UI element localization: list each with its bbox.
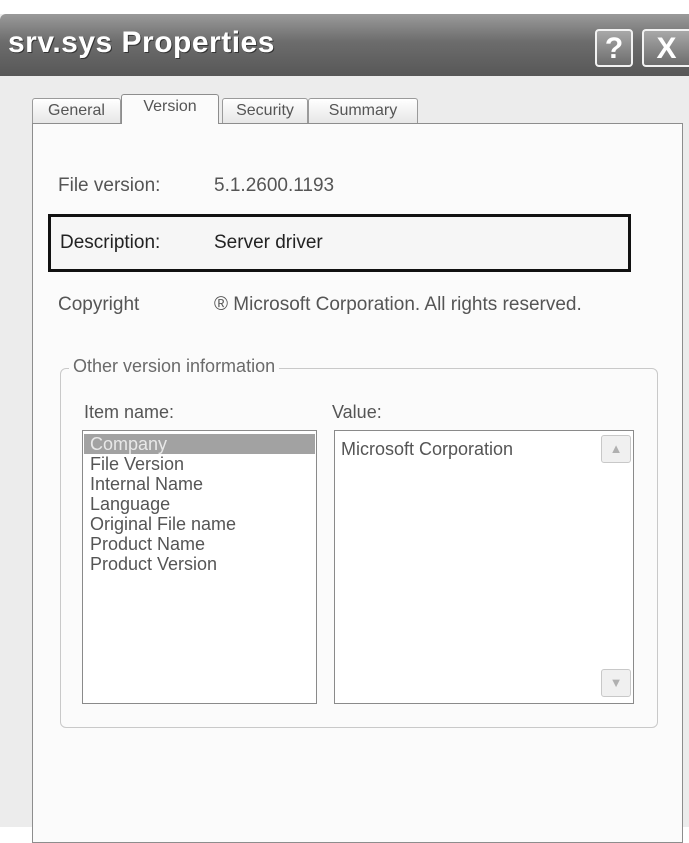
other-version-info-group: Other version information Item name: Val… [60, 356, 658, 728]
group-legend: Other version information [69, 356, 280, 377]
chevron-up-icon: ▲ [609, 441, 623, 456]
list-item[interactable]: Language [84, 494, 316, 514]
list-item[interactable]: Internal Name [84, 474, 316, 494]
list-item[interactable]: Company [84, 434, 315, 454]
list-item[interactable]: Original File name [84, 514, 316, 534]
properties-dialog: srv.sys Properties ? X General Version S… [0, 14, 689, 843]
tab-general[interactable]: General [32, 98, 121, 123]
file-version-value: 5.1.2600.1193 [214, 175, 335, 196]
version-tab-panel: File version: 5.1.2600.1193 Description:… [32, 123, 683, 843]
tab-security[interactable]: Security [222, 98, 308, 123]
scroll-down-button[interactable]: ▼ [601, 669, 631, 697]
description-value: Server driver [214, 232, 323, 253]
value-box: Microsoft Corporation ▲ ▼ [334, 430, 634, 704]
chevron-down-icon: ▼ [609, 675, 623, 690]
tab-summary[interactable]: Summary [308, 98, 418, 123]
title-bar[interactable]: srv.sys Properties ? X [0, 14, 689, 76]
value-header: Value: [332, 402, 382, 422]
help-button[interactable]: ? [595, 29, 633, 67]
description-label: Description: [60, 232, 161, 253]
value-scrollbar[interactable]: ▲ ▼ [601, 435, 631, 697]
item-name-header: Item name: [84, 402, 175, 422]
file-version-label: File version: [58, 175, 161, 196]
window-title: srv.sys Properties [8, 26, 275, 59]
copyright-label: Copyright [58, 294, 140, 315]
item-name-list[interactable]: Company File Version Internal Name Language… [82, 430, 317, 704]
list-item[interactable]: Product Name [84, 534, 316, 554]
value-text: Microsoft Corporation [341, 439, 514, 459]
list-item[interactable]: Product Version [84, 554, 316, 574]
scroll-up-button[interactable]: ▲ [601, 435, 631, 463]
close-button[interactable]: X [642, 29, 689, 67]
copyright-value: ® Microsoft Corporation. All rights rese… [214, 294, 582, 315]
tab-version[interactable]: Version [121, 94, 219, 124]
list-item[interactable]: File Version [84, 454, 316, 474]
